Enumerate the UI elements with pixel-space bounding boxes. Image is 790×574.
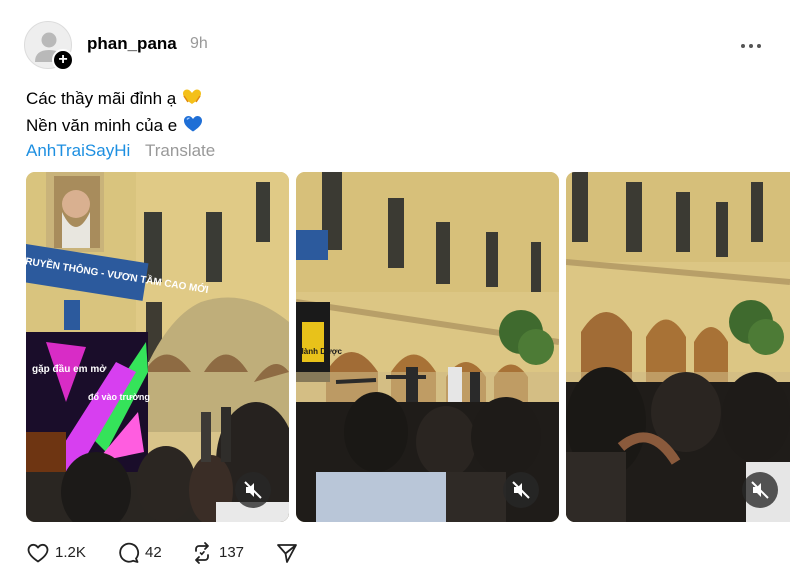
follow-plus-icon[interactable]: + [52, 49, 74, 71]
share-button[interactable] [275, 541, 299, 565]
video-screen-lyric-1: gặp đầu em mở [32, 363, 107, 375]
heart-icon [27, 543, 49, 563]
mute-button-3[interactable] [742, 472, 778, 508]
caption-text-2: Nền văn minh của e [26, 115, 178, 135]
video-thumbnail-1[interactable]: RUYỀN THÔNG - VƯƠN TẦM CAO MỚI gặp đầu e… [26, 172, 289, 522]
mute-button-1[interactable] [235, 472, 271, 508]
speaker-muted-icon [512, 481, 530, 499]
video-frame-2: Hành Dược [296, 172, 559, 522]
like-button[interactable]: 1.2K [26, 541, 106, 565]
video-thumbnail-2[interactable]: Hành Dược [296, 172, 559, 522]
thread-post: + phan_pana 9h Các thầy mãi đỉnh ạ Nền v… [0, 0, 790, 574]
video-frame-3 [566, 172, 790, 522]
hashtag-link[interactable]: AnhTraiSayHi [26, 141, 130, 161]
caption-text-1: Các thầy mãi đỉnh ạ [26, 88, 177, 108]
username[interactable]: phan_pana [87, 34, 177, 54]
mute-button-2[interactable] [503, 472, 539, 508]
reply-button[interactable]: 42 [116, 541, 176, 565]
video-thumbnail-3[interactable] [566, 172, 790, 522]
post-timestamp: 9h [190, 35, 208, 52]
avatar[interactable]: + [24, 21, 74, 71]
caption-line-1: Các thầy mãi đỉnh ạ [26, 88, 202, 111]
like-count: 1.2K [55, 544, 86, 561]
repost-icon [195, 542, 209, 564]
translate-button[interactable]: Translate [145, 141, 215, 161]
video-frame-1: RUYỀN THÔNG - VƯƠN TẦM CAO MỚI gặp đầu e… [26, 172, 289, 522]
speaker-muted-icon [751, 481, 769, 499]
caption-line-2: Nền văn minh của e [26, 115, 203, 138]
video-screen-lyric-2: đổ vào trường [88, 392, 150, 402]
reply-count: 42 [145, 544, 162, 561]
heart-hands-icon [182, 88, 202, 111]
video-side-banner-text: Hành Dược [298, 347, 342, 356]
repost-count: 137 [219, 544, 245, 561]
repost-button[interactable]: 137 [190, 541, 260, 565]
comment-icon [119, 542, 140, 563]
more-icon[interactable] [738, 36, 764, 56]
blue-heart-icon [183, 115, 203, 138]
send-icon [277, 544, 297, 563]
speaker-muted-icon [244, 481, 262, 499]
